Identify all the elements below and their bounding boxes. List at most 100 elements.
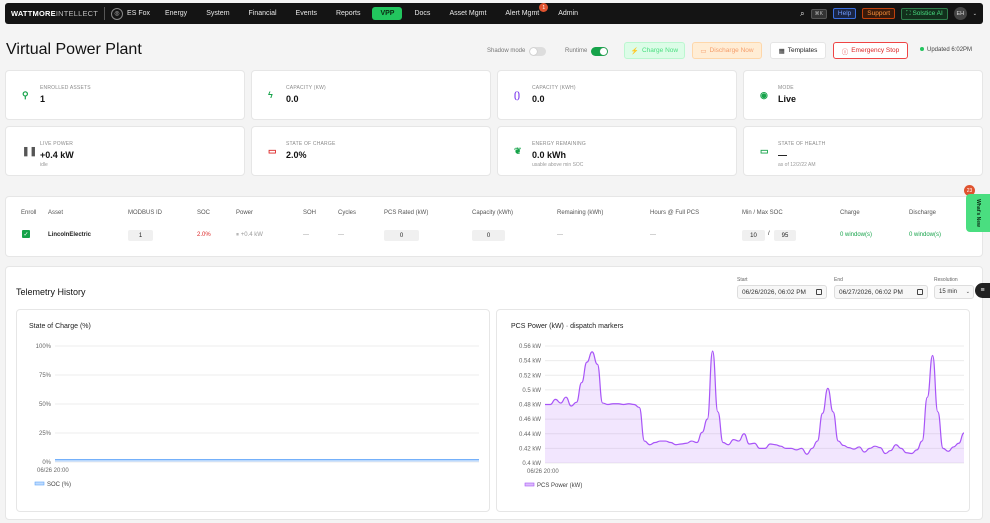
nav-item-vpp[interactable]: VPP <box>372 7 403 20</box>
bolt-icon: ⚡ <box>630 47 639 55</box>
shadow-mode-control: Shadow mode <box>487 43 547 59</box>
column-header: MODBUS ID <box>128 210 163 216</box>
y-tick-label: 0.52 kW <box>519 373 541 379</box>
asset-table: Enroll Asset MODBUS ID SOC Power SOH Cycles PCS… <box>5 196 983 257</box>
modbus-id-input[interactable]: 1 <box>128 230 153 241</box>
column-header: Power <box>236 210 254 216</box>
stat-card-live-power: ❚❚ Live power +0.4 kW idle <box>5 126 245 176</box>
y-tick-label: 0.54 kW <box>519 359 541 365</box>
nav-item-docs[interactable]: Docs <box>407 7 437 20</box>
org-icon: ◎ <box>111 7 124 20</box>
column-header: Charge <box>840 210 860 216</box>
shadow-mode-toggle[interactable] <box>529 46 547 56</box>
org-name: ES Fox <box>127 10 150 17</box>
org-switcher[interactable]: ◎ ES Fox <box>111 7 150 20</box>
enroll-checkbox[interactable]: ✓ <box>22 230 30 238</box>
column-header: Asset <box>48 210 64 216</box>
series-area <box>545 351 964 463</box>
solstice-ai-button[interactable]: ⛶ Solstice AI <box>901 7 948 20</box>
leaf-icon: ❦ <box>514 146 522 156</box>
signal-icon: ◉ <box>760 90 768 100</box>
nav-item-energy[interactable]: Energy <box>158 7 194 20</box>
nav-item-label: Docs <box>414 10 431 17</box>
avatar[interactable]: EH <box>953 7 967 20</box>
side-panel-button[interactable]: ≡ <box>975 283 990 298</box>
emergency-stop-button[interactable]: ⓘ Emergency Stop <box>833 42 908 59</box>
nav-item-label: Reports <box>335 10 361 17</box>
soh-value: — <box>303 232 309 238</box>
nav-item-label: Events <box>295 10 317 17</box>
nav-item-system[interactable]: System <box>199 7 236 20</box>
stat-card-enrolled-assets: ⚲ Enrolled assets 1 <box>5 70 245 120</box>
start-label: Start <box>737 277 748 283</box>
emergency-stop-label: Emergency Stop <box>851 47 900 54</box>
nav-item-reports[interactable]: Reports <box>329 7 368 20</box>
stat-label: Energy remaining <box>532 141 586 147</box>
column-header: Cycles <box>338 210 357 216</box>
stat-card-mode: ◉ Mode Live <box>743 70 983 120</box>
stat-subtext: idle <box>40 162 48 168</box>
stat-value: — <box>778 150 787 160</box>
stat-value: 2.0% <box>286 150 307 160</box>
calendar-icon <box>917 289 923 295</box>
templates-label: Templates <box>787 47 818 54</box>
nav-item-financial[interactable]: Financial <box>242 7 284 20</box>
y-tick-label: 0.42 kW <box>519 446 541 452</box>
battery-low-icon: ▭ <box>268 146 277 156</box>
whats-new-tab[interactable]: What's New <box>966 194 990 232</box>
stat-card-energy-remaining: ❦ Energy remaining 0.0 kWh usable above min… <box>497 126 737 176</box>
alert-count-badge: 1 <box>539 3 549 12</box>
pcs-rated-input[interactable]: 0 <box>384 230 419 241</box>
battery-bracket-icon: ⟮⟯ <box>514 90 520 100</box>
stat-value: 0.0 kWh <box>532 150 567 160</box>
templates-button[interactable]: ▦ Templates <box>770 42 826 59</box>
stat-value: 0.0 <box>532 94 545 104</box>
charge-now-label: Charge Now <box>641 47 679 54</box>
power-text: +0.4 kW <box>240 232 263 238</box>
min-soc-input[interactable]: 10 <box>742 230 765 241</box>
max-soc-input[interactable]: 95 <box>774 230 796 241</box>
top-nav: WATTMOREINTELLECT ◎ ES Fox Energy System F… <box>5 3 983 24</box>
logo[interactable]: WATTMOREINTELLECT <box>11 9 98 18</box>
stat-value: 1 <box>40 94 46 104</box>
calendar-icon <box>816 289 822 295</box>
support-button[interactable]: Support <box>862 8 896 19</box>
nav-item-asset-mgmt[interactable]: Asset Mgmt <box>442 7 493 20</box>
nav-item-events[interactable]: Events <box>289 7 324 20</box>
nav-item-label: Energy <box>165 10 188 17</box>
end-date-input[interactable]: 06/27/2026, 06:02 PM <box>834 285 928 299</box>
start-date-input[interactable]: 06/26/2026, 06:02 PM <box>737 285 827 299</box>
discharge-windows-link[interactable]: 0 window(s) <box>909 232 941 238</box>
cycles-value: — <box>338 232 344 238</box>
telemetry-section: Telemetry History Start 06/26/2026, 06:0… <box>5 266 983 520</box>
pcs-chart: 0.56 kW 0.54 kW 0.52 kW 0.5 kW 0.48 kW 0.46 k… <box>519 344 965 489</box>
battery-icon: ▭ <box>700 47 707 55</box>
charge-windows-link[interactable]: 0 window(s) <box>840 232 872 238</box>
resolution-select[interactable]: 15 min ⌄ <box>934 285 974 299</box>
end-label: End <box>834 277 843 283</box>
legend-label: SOC (%) <box>47 482 71 488</box>
capacity-input[interactable]: 0 <box>472 230 505 241</box>
remaining-value: — <box>557 232 563 238</box>
x-tick-label: 06/26 20:00 <box>37 468 69 474</box>
y-tick-label: 0.5 kW <box>522 388 541 394</box>
discharge-now-button[interactable]: ▭ Discharge Now <box>692 42 762 59</box>
help-button[interactable]: Help <box>832 8 857 19</box>
legend-label: PCS Power (kW) <box>537 483 582 489</box>
chevron-down-icon[interactable]: ⌄ <box>973 11 977 17</box>
stat-label: State of health <box>778 141 826 147</box>
search-icon[interactable]: ⌕ <box>800 9 804 19</box>
y-tick-label: 0.56 kW <box>519 344 541 350</box>
y-tick-label: 25% <box>39 431 52 437</box>
y-tick-label: 0.44 kW <box>519 432 541 438</box>
stat-label: State of charge <box>286 141 336 147</box>
runtime-toggle[interactable] <box>591 46 609 56</box>
stat-subtext: usable above min SOC <box>532 162 584 168</box>
shadow-mode-label: Shadow mode <box>487 48 526 54</box>
alert-circle-icon: ⓘ <box>841 48 849 56</box>
stat-label: Capacity (kW) <box>286 85 326 91</box>
y-tick-label: 50% <box>39 402 52 408</box>
nav-item-admin[interactable]: Admin <box>551 7 585 20</box>
charge-now-button[interactable]: ⚡ Charge Now <box>624 42 685 59</box>
nav-item-alert-mgmt[interactable]: Alert Mgmt 1 <box>498 3 549 20</box>
